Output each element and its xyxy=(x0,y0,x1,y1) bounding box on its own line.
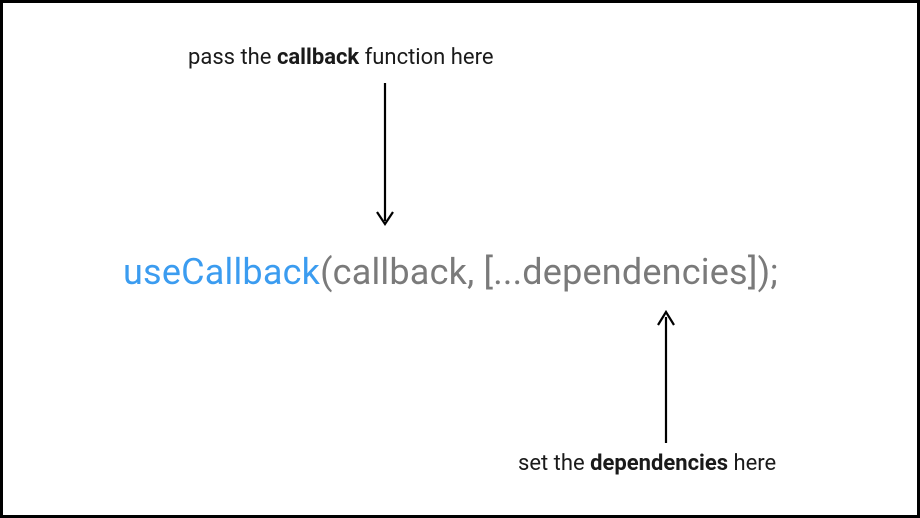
callback-annotation: pass the callback function here xyxy=(188,45,494,70)
callback-annotation-bold: callback xyxy=(277,45,359,70)
callback-annotation-suffix: function here xyxy=(359,45,493,70)
hook-name: useCallback xyxy=(123,251,320,293)
dependencies-annotation-suffix: here xyxy=(728,451,776,476)
code-signature: useCallback(callback, [...dependencies])… xyxy=(123,251,778,293)
callback-annotation-prefix: pass the xyxy=(188,45,277,70)
dependencies-annotation-prefix: set the xyxy=(518,451,590,476)
arrow-up-icon xyxy=(656,305,676,447)
dependencies-annotation: set the dependencies here xyxy=(518,451,776,476)
code-params: (callback, [...dependencies]); xyxy=(320,251,778,293)
dependencies-annotation-bold: dependencies xyxy=(590,451,728,476)
arrow-down-icon xyxy=(375,83,395,237)
